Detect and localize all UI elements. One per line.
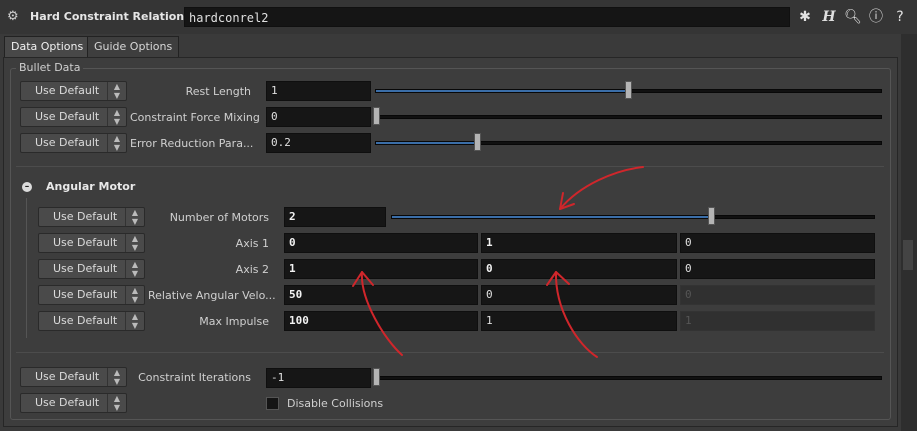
search-icon[interactable]: 🔍︎	[844, 8, 862, 26]
max-impulse-x-field[interactable]: 100	[284, 311, 478, 331]
max-impulse-y-field[interactable]: 1	[481, 311, 677, 331]
number-of-motors-slider-handle[interactable]	[708, 207, 715, 225]
cfm-slider-handle[interactable]	[373, 107, 380, 125]
erp-label: Error Reduction Para...	[130, 137, 254, 150]
section-indent-line	[26, 198, 27, 338]
info-icon[interactable]: ⓘ	[867, 8, 885, 26]
number-of-motors-field[interactable]: 2	[284, 207, 386, 227]
bullet-data-label: Bullet Data	[16, 61, 84, 74]
use-default-button[interactable]: Use Default ▲ ▼	[20, 367, 127, 387]
max-impulse-z-field: 1	[680, 311, 875, 331]
updown-arrow-icon[interactable]: ▲ ▼	[107, 134, 126, 152]
collapse-icon[interactable]: –	[22, 182, 32, 192]
updown-arrow-icon[interactable]: ▲ ▼	[125, 208, 144, 226]
use-default-button[interactable]: Use Default ▲ ▼	[20, 81, 127, 101]
cfm-label: Constraint Force Mixing	[130, 111, 260, 124]
axis2-y-field[interactable]: 0	[481, 259, 677, 279]
number-of-motors-label: Number of Motors	[169, 211, 269, 224]
axis1-label: Axis 1	[235, 237, 269, 250]
node-type-icon[interactable]: ⚙︎	[7, 9, 25, 25]
use-default-button[interactable]: Use Default ▲ ▼	[38, 285, 145, 305]
relative-angular-velocity-label: Relative Angular Velo...	[148, 289, 276, 302]
updown-arrow-icon[interactable]: ▲ ▼	[107, 394, 126, 412]
constraint-iterations-field[interactable]: -1	[266, 368, 371, 388]
tab-data-options[interactable]: Data Options	[4, 36, 91, 57]
rest-length-slider-handle[interactable]	[625, 81, 632, 99]
axis1-y-field[interactable]: 1	[481, 233, 677, 253]
erp-slider[interactable]	[375, 141, 882, 145]
rest-length-field[interactable]: 1	[266, 81, 371, 101]
use-default-button[interactable]: Use Default ▲ ▼	[38, 207, 145, 227]
axis1-x-field[interactable]: 0	[284, 233, 478, 253]
constraint-iterations-slider-handle[interactable]	[373, 368, 380, 386]
updown-arrow-icon[interactable]: ▲ ▼	[107, 82, 126, 100]
use-default-button[interactable]: Use Default ▲ ▼	[20, 133, 127, 153]
axis2-x-field[interactable]: 1	[284, 259, 478, 279]
rest-length-label: Rest Length	[185, 85, 251, 98]
use-default-button[interactable]: Use Default ▲ ▼	[20, 393, 127, 413]
constraint-iterations-slider[interactable]	[375, 376, 882, 380]
separator	[16, 166, 884, 167]
use-default-button[interactable]: Use Default ▲ ▼	[38, 259, 145, 279]
axis2-label: Axis 2	[235, 263, 269, 276]
help-icon[interactable]: ?	[891, 8, 909, 26]
separator	[16, 352, 884, 353]
max-impulse-label: Max Impulse	[199, 315, 269, 328]
angular-motor-title[interactable]: Angular Motor	[46, 180, 135, 193]
constraint-iterations-label: Constraint Iterations	[138, 371, 251, 384]
cfm-slider[interactable]	[375, 115, 882, 119]
updown-arrow-icon[interactable]: ▲ ▼	[107, 368, 126, 386]
rel-ang-vel-y-field[interactable]: 0	[481, 285, 677, 305]
updown-arrow-icon[interactable]: ▲ ▼	[107, 108, 126, 126]
axis1-z-field[interactable]: 0	[680, 233, 875, 253]
disable-collisions-checkbox[interactable]	[266, 397, 279, 410]
use-default-button[interactable]: Use Default ▲ ▼	[20, 107, 127, 127]
scrollbar[interactable]	[901, 34, 917, 431]
help-h-icon[interactable]: H	[820, 8, 838, 26]
rel-ang-vel-z-field: 0	[680, 285, 875, 305]
gear-icon[interactable]: ✱	[796, 8, 814, 26]
erp-field[interactable]: 0.2	[266, 133, 371, 153]
use-default-button[interactable]: Use Default ▲ ▼	[38, 233, 145, 253]
scrollbar-thumb[interactable]	[903, 240, 913, 270]
updown-arrow-icon[interactable]: ▲ ▼	[125, 234, 144, 252]
rel-ang-vel-x-field[interactable]: 50	[284, 285, 478, 305]
number-of-motors-slider[interactable]	[391, 215, 875, 219]
node-name-input[interactable]: hardconrel2	[184, 7, 790, 27]
disable-collisions-label[interactable]: Disable Collisions	[287, 397, 383, 410]
tab-guide-options[interactable]: Guide Options	[87, 36, 180, 57]
updown-arrow-icon[interactable]: ▲ ▼	[125, 260, 144, 278]
use-default-button[interactable]: Use Default ▲ ▼	[38, 311, 145, 331]
axis2-z-field[interactable]: 0	[680, 259, 875, 279]
erp-slider-handle[interactable]	[474, 133, 481, 151]
updown-arrow-icon[interactable]: ▲ ▼	[125, 286, 144, 304]
cfm-field[interactable]: 0	[266, 107, 371, 127]
updown-arrow-icon[interactable]: ▲ ▼	[125, 312, 144, 330]
